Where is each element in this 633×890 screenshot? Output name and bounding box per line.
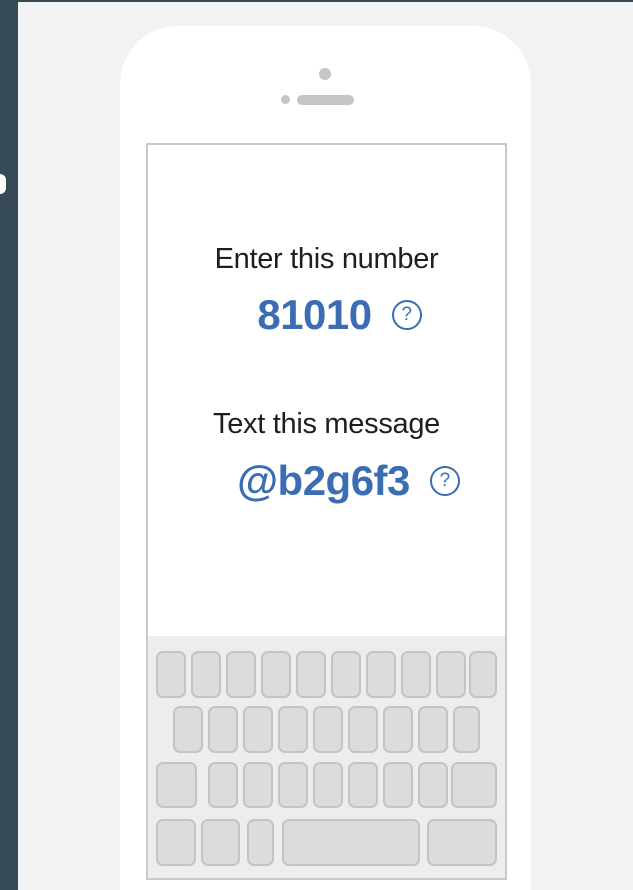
sensor-dot-icon — [281, 95, 290, 104]
keyboard-key — [173, 706, 203, 753]
keyboard-key — [418, 706, 448, 753]
keyboard-numbers-key — [156, 819, 196, 866]
number-row: 81010 ? — [148, 291, 505, 339]
keyboard-return-key — [427, 819, 497, 866]
speaker-icon — [297, 95, 354, 105]
keyboard-key — [243, 706, 273, 753]
keyboard-key — [313, 706, 343, 753]
short-code-value: 81010 — [257, 291, 372, 338]
keyboard-emoji-key — [247, 819, 274, 866]
keyboard-globe-key — [201, 819, 240, 866]
message-label: Text this message — [213, 408, 440, 440]
keyboard-key — [208, 706, 238, 753]
message-row: @b2g6f3 ? — [148, 457, 505, 505]
help-icon[interactable]: ? — [429, 466, 460, 496]
keyboard-key — [348, 706, 378, 753]
keyboard-key — [331, 651, 361, 698]
keyboard-key — [436, 651, 466, 698]
help-icon[interactable]: ? — [391, 300, 422, 330]
keyboard-key — [296, 651, 326, 698]
keyboard-key — [401, 651, 431, 698]
keyboard-key — [366, 651, 396, 698]
keyboard-key — [348, 762, 378, 808]
keyboard-key — [383, 762, 413, 808]
keyboard-key — [191, 651, 221, 698]
left-sidebar-strip — [0, 0, 18, 890]
sidebar-handle[interactable] — [0, 174, 6, 194]
keyboard-key — [469, 651, 497, 698]
keyboard-key — [383, 706, 413, 753]
message-code-value: @b2g6f3 — [237, 457, 410, 504]
keyboard-space-key — [282, 819, 420, 866]
keyboard-key — [453, 706, 480, 753]
keyboard-key — [208, 762, 238, 808]
keyboard-key — [313, 762, 343, 808]
keyboard-key — [418, 762, 448, 808]
phone-screen: Enter this number 81010 ? Text this mess… — [146, 143, 507, 880]
keyboard-key — [226, 651, 256, 698]
keyboard-backspace-key — [451, 762, 497, 808]
keyboard-key — [243, 762, 273, 808]
keyboard-key — [278, 762, 308, 808]
number-label: Enter this number — [214, 243, 439, 275]
phone-mockup: Enter this number 81010 ? Text this mess… — [120, 26, 531, 890]
keyboard-key — [261, 651, 291, 698]
camera-icon — [319, 68, 331, 80]
keyboard-shift-key — [156, 762, 197, 808]
keyboard-illustration — [148, 636, 505, 878]
keyboard-key — [156, 651, 186, 698]
keyboard-key — [278, 706, 308, 753]
illustration-area: Enter this number 81010 ? Text this mess… — [18, 2, 633, 890]
